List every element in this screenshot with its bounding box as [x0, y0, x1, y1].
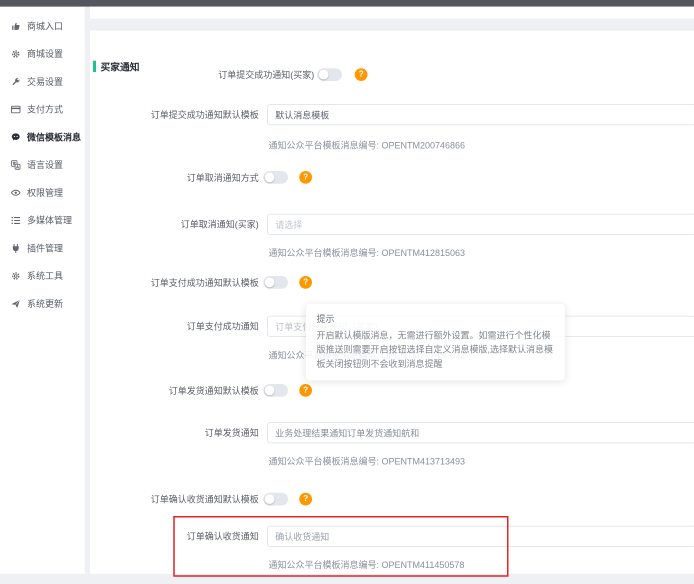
- field-label-order-cancel-notice-method: 订单取消通知方式: [120, 173, 259, 184]
- sidebar-item-label: 语言设置: [27, 158, 63, 171]
- help-question-icon[interactable]: ?: [299, 276, 312, 289]
- field-label-order-ship-default-template: 订单发货通知默认模板: [120, 386, 259, 397]
- sidebar-item-label: 商城入口: [27, 20, 63, 33]
- order-confirm-receipt-default-toggle[interactable]: [263, 493, 288, 506]
- order-ship-default-toggle[interactable]: [263, 384, 288, 397]
- eye-icon: [10, 187, 21, 198]
- tooltip-body: 开启默认模版消息，无需进行额外设置。如需进行个性化模版推送则需要开启按钮选择自定…: [317, 329, 555, 372]
- plug-icon: [10, 242, 21, 253]
- order-ship-notice-input[interactable]: [267, 422, 694, 443]
- wechat-bubble-icon: [10, 131, 21, 142]
- field-label-order-confirm-receipt-default-template: 订单确认收货通知默认模板: [120, 494, 259, 505]
- template-id-helper: 通知公众平台模板消息编号: OPENTM412815063: [269, 246, 466, 259]
- page-bottom-strip: [0, 574, 694, 584]
- order-cancel-method-toggle[interactable]: [263, 171, 288, 184]
- sidebar-item-label: 多媒体管理: [27, 214, 72, 227]
- help-question-icon[interactable]: ?: [299, 384, 312, 397]
- help-question-icon[interactable]: ?: [355, 68, 368, 81]
- sidebar-menu: 商城入口 商城设置 交易设置 支付方式: [0, 7, 85, 318]
- toggle-knob: [265, 278, 275, 288]
- sidebar-item-label: 系统工具: [27, 269, 63, 282]
- content-top-strip: [90, 7, 694, 19]
- section-title: 买家通知: [101, 59, 140, 73]
- order-submit-success-toggle[interactable]: [317, 68, 342, 81]
- field-label-order-pay-notice: 订单支付成功通知: [120, 321, 259, 332]
- content-area: 买家通知 订单提交成功通知(买家) ? 订单提交成功通知默认模板 通知公众平台模…: [90, 7, 694, 584]
- paper-plane-icon: [10, 298, 21, 309]
- gear-icon: [10, 270, 21, 281]
- sidebar-item-trade-settings[interactable]: 交易设置: [0, 68, 85, 96]
- field-label-order-ship-notice: 订单发货通知: [120, 428, 259, 439]
- toggle-knob: [265, 173, 275, 183]
- translate-icon: [10, 159, 21, 170]
- tooltip-title: 提示: [317, 312, 555, 325]
- sidebar-item-label: 系统更新: [27, 297, 63, 310]
- sidebar-item-plugin-management[interactable]: 插件管理: [0, 234, 85, 262]
- sidebar-item-system-update[interactable]: 系统更新: [0, 290, 85, 318]
- sidebar-item-label: 商城设置: [27, 47, 63, 60]
- sidebar-item-wechat-template-message[interactable]: 微信模板消息: [0, 123, 85, 151]
- toggle-knob: [265, 386, 275, 396]
- sidebar-item-label: 交易设置: [27, 75, 63, 88]
- sidebar-item-label: 支付方式: [27, 103, 63, 116]
- field-label-order-submit-success-notice: 订单提交成功通知(买家): [218, 70, 314, 81]
- order-submit-template-input[interactable]: [267, 104, 694, 125]
- sidebar-item-language-settings[interactable]: 语言设置: [0, 151, 85, 179]
- field-label-order-cancel-notice: 订单取消通知(买家): [120, 219, 259, 230]
- content-top-gap: [90, 19, 694, 31]
- screen: 商城入口 商城设置 交易设置 支付方式: [0, 0, 694, 584]
- thumb-up-icon: [10, 20, 21, 31]
- help-question-icon[interactable]: ?: [299, 171, 312, 184]
- sidebar-item-permission-management[interactable]: 权限管理: [0, 179, 85, 207]
- sidebar-item-mall-entry[interactable]: 商城入口: [0, 12, 85, 40]
- sidebar-item-label: 微信模板消息: [27, 131, 81, 144]
- order-pay-default-toggle[interactable]: [263, 276, 288, 289]
- template-id-helper: 通知公众平台模板消息编号: OPENTM411450578: [269, 558, 465, 571]
- hint-tooltip: 提示 开启默认模版消息，无需进行额外设置。如需进行个性化模版推送则需要开启按钮选…: [305, 303, 565, 381]
- top-dark-bar: [0, 0, 694, 7]
- field-label-order-submit-default-template: 订单提交成功通知默认模板: [120, 110, 259, 121]
- help-question-icon[interactable]: ?: [299, 493, 312, 506]
- sidebar-item-media-management[interactable]: 多媒体管理: [0, 206, 85, 234]
- sidebar-item-label: 权限管理: [27, 186, 63, 199]
- order-cancel-notice-input[interactable]: [267, 214, 694, 235]
- sidebar: 商城入口 商城设置 交易设置 支付方式: [0, 7, 85, 574]
- field-label-order-confirm-receipt-notice: 订单确认收货通知: [120, 531, 259, 542]
- field-label-order-pay-default-template: 订单支付成功通知默认模板: [120, 278, 259, 289]
- credit-card-icon: [10, 104, 21, 115]
- template-id-helper: 通知公众平台模板消息编号: OPENTM200746866: [269, 139, 466, 152]
- toggle-knob: [265, 494, 275, 504]
- settings-panel: 买家通知 订单提交成功通知(买家) ? 订单提交成功通知默认模板 通知公众平台模…: [90, 31, 694, 574]
- order-confirm-receipt-notice-input[interactable]: [267, 526, 694, 547]
- sidebar-item-payment-methods[interactable]: 支付方式: [0, 95, 85, 123]
- gear-icon: [10, 48, 21, 59]
- sidebar-item-system-tools[interactable]: 系统工具: [0, 262, 85, 290]
- template-id-helper: 通知公众平台模板消息编号: OPENTM413713493: [269, 455, 466, 468]
- section-accent-bar: [93, 61, 96, 72]
- list-icon: [10, 215, 21, 226]
- wrench-icon: [10, 76, 21, 87]
- sidebar-item-label: 插件管理: [27, 242, 63, 255]
- sidebar-item-mall-settings[interactable]: 商城设置: [0, 40, 85, 68]
- toggle-knob: [319, 70, 329, 80]
